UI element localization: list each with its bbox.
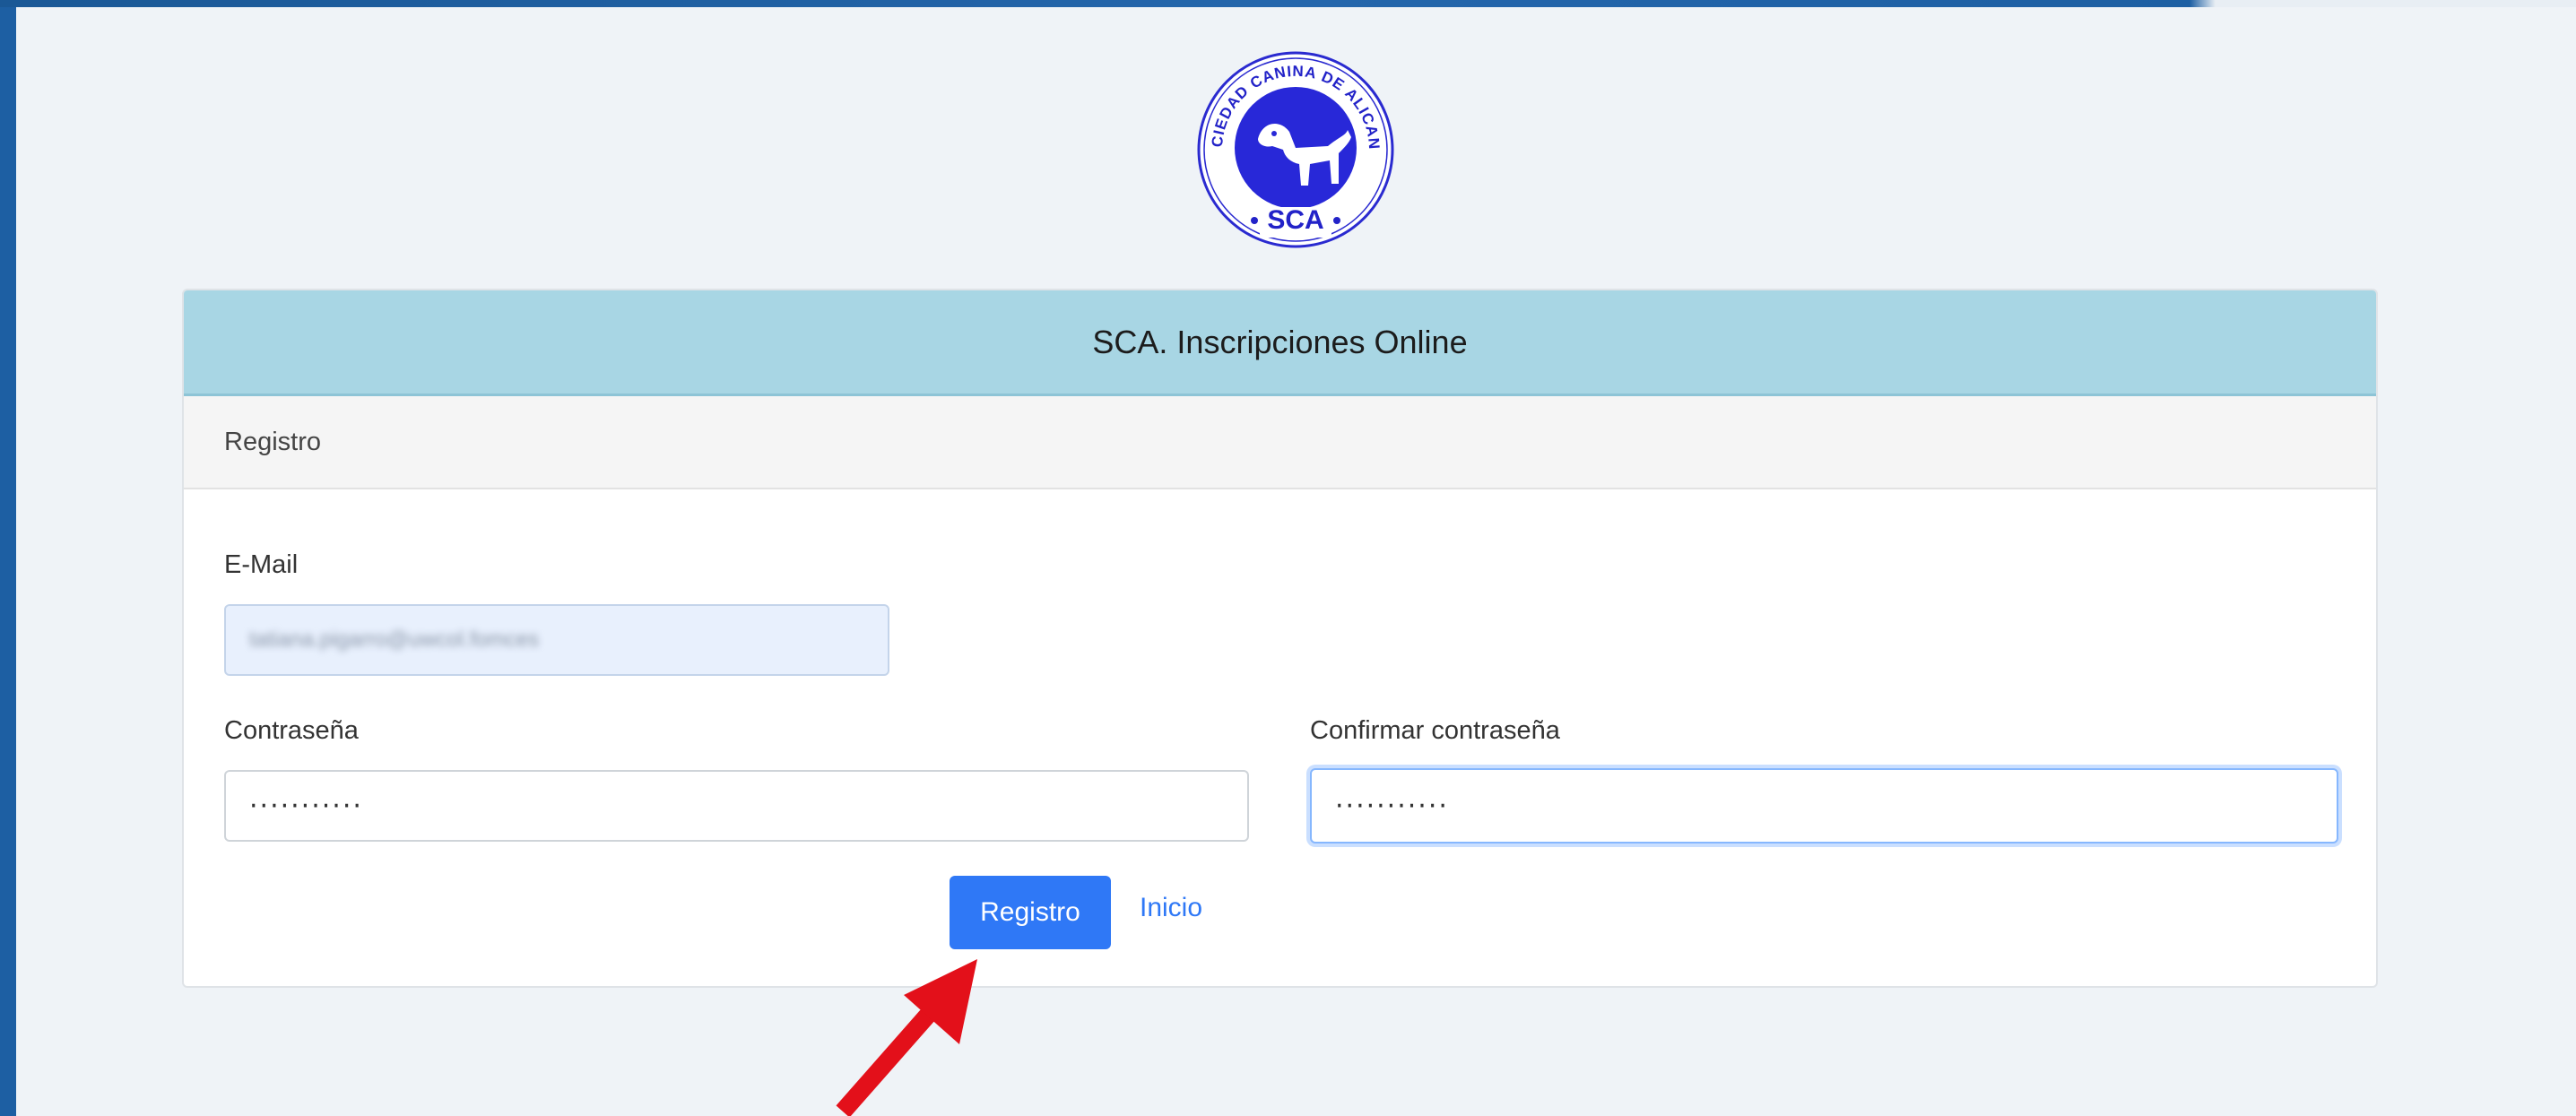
password-value: ··········· xyxy=(249,790,363,822)
red-arrow-icon xyxy=(836,959,977,1116)
registration-card: SCA. Inscripciones Online Registro E-Mai… xyxy=(182,289,2378,988)
confirm-password-label: Confirmar contraseña xyxy=(1310,716,1560,745)
register-button[interactable]: Registro xyxy=(950,876,1111,949)
sca-logo: SOCIEDAD CANINA DE ALICANTE SCA xyxy=(1195,49,1394,248)
logo-initials: SCA xyxy=(1267,205,1323,235)
home-link[interactable]: Inicio xyxy=(1140,893,1202,923)
section-title: Registro xyxy=(224,427,321,456)
email-label: E-Mail xyxy=(224,550,299,579)
password-label: Contraseña xyxy=(224,716,359,745)
section-header: Registro xyxy=(184,396,2376,489)
top-border-strip xyxy=(0,0,2576,7)
email-field[interactable]: tatiana.pigarro@uwcol.fomces xyxy=(224,604,889,676)
confirm-password-field[interactable]: ··········· xyxy=(1310,768,2338,843)
card-title-bar: SCA. Inscripciones Online xyxy=(184,290,2376,396)
email-value: tatiana.pigarro@uwcol.fomces xyxy=(249,627,540,652)
password-field[interactable]: ··········· xyxy=(224,770,1249,842)
card-title: SCA. Inscripciones Online xyxy=(1092,323,1468,360)
confirm-password-value: ··········· xyxy=(1335,790,1449,822)
